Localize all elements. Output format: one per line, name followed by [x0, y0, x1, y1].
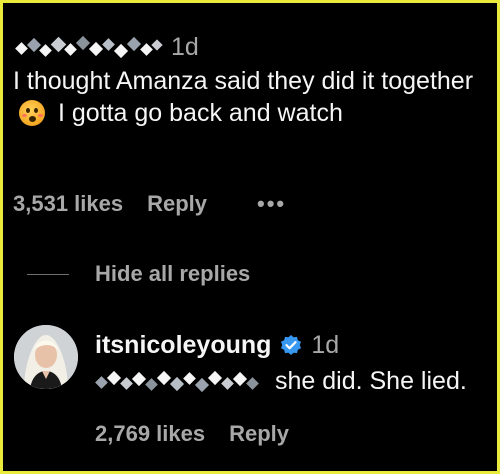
comment-likes[interactable]: 3,531 likes	[13, 191, 123, 217]
more-horizontal-icon[interactable]: •••	[257, 191, 286, 217]
verified-badge-icon	[281, 334, 302, 355]
reply-header: itsnicoleyoung 1d	[95, 331, 339, 360]
reply-text-row: she did. She lied.	[95, 367, 467, 396]
avatar[interactable]	[14, 325, 78, 389]
comment-header: 1d	[13, 33, 199, 62]
flushed-face-emoji	[19, 100, 45, 126]
reply-time: 1d	[311, 331, 340, 359]
thread-divider	[27, 273, 69, 275]
comment-actions: 3,531 likes Reply •••	[13, 191, 286, 217]
comment-reply-button[interactable]: Reply	[147, 191, 207, 217]
comment-text-part-2: I gotta go back and watch	[57, 99, 343, 127]
redacted-username	[13, 35, 163, 60]
reply-username[interactable]: itsnicoleyoung	[95, 331, 271, 360]
hide-replies-toggle[interactable]: Hide all replies	[27, 261, 250, 287]
redacted-mention	[95, 370, 267, 394]
comment-text: I thought Amanza said they did it togeth…	[13, 65, 483, 129]
reply-likes[interactable]: 2,769 likes	[95, 421, 205, 447]
reply-text: she did. She lied.	[275, 367, 467, 395]
reply-reply-button[interactable]: Reply	[229, 421, 289, 447]
hide-replies-label[interactable]: Hide all replies	[95, 261, 250, 287]
avatar-photo	[14, 325, 78, 389]
comment-time: 1d	[171, 33, 199, 61]
comment-thread-panel: 1d I thought Amanza said they did it tog…	[0, 0, 500, 474]
reply-actions: 2,769 likes Reply	[95, 421, 289, 447]
comment-text-part-1: I thought Amanza said they did it togeth…	[13, 67, 474, 95]
